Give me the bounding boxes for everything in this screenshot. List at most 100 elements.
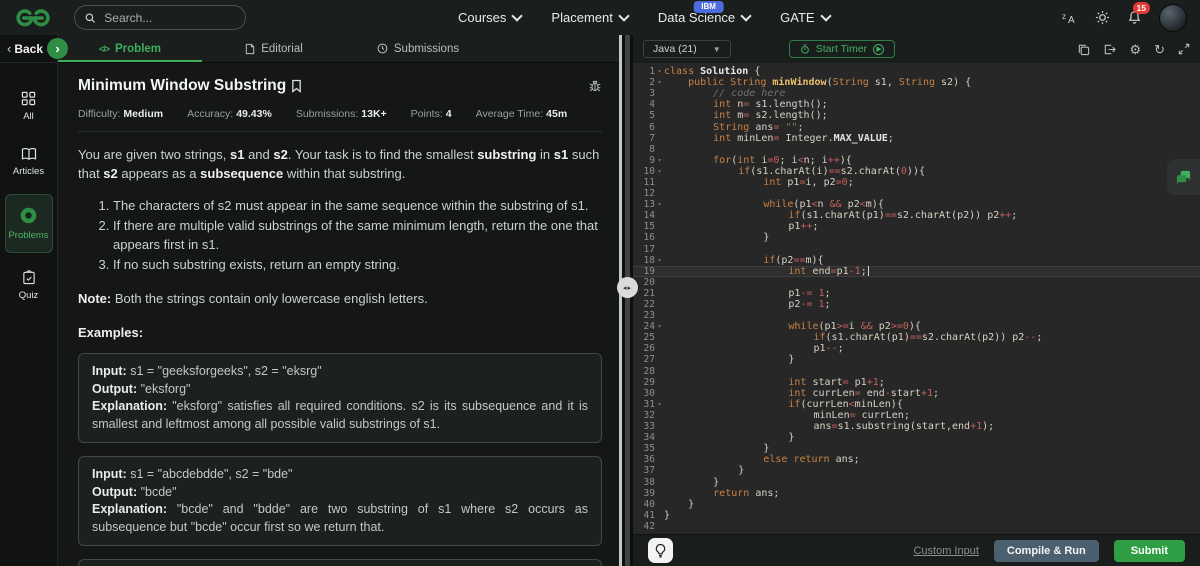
code-line[interactable]: 28: [633, 366, 1200, 377]
code-line[interactable]: 40}: [633, 499, 1200, 510]
code-text: int m= s2.length();: [713, 110, 828, 122]
nav-menu-placement[interactable]: Placement: [551, 9, 630, 25]
fullscreen-expand-icon[interactable]: [1178, 43, 1190, 55]
bookmark-icon[interactable]: [291, 79, 302, 93]
code-line[interactable]: 11 int p1=i, p2=0;: [633, 177, 1200, 188]
code-line[interactable]: 29 int start= p1+1;: [633, 377, 1200, 388]
theme-toggle-sun-icon[interactable]: [1095, 10, 1110, 25]
code-line[interactable]: 9 ▾ for(int i=0; i<n; i++){: [633, 155, 1200, 166]
code-line[interactable]: 24 ▾ while(p1>=i && p2>=0){: [633, 321, 1200, 332]
sidebar-item-all[interactable]: All: [5, 83, 53, 130]
nav-menu-data-science[interactable]: IBM Data Science: [658, 1, 752, 25]
tab-editorial[interactable]: Editorial: [202, 35, 346, 62]
code-line[interactable]: 34}: [633, 432, 1200, 443]
code-line[interactable]: 7 int minLen= Integer.MAX_VALUE;: [633, 133, 1200, 144]
divider-line: [78, 131, 602, 132]
back-button[interactable]: ‹ Back ›: [0, 35, 68, 63]
fold-arrow-icon[interactable]: ▾: [655, 157, 664, 164]
code-line[interactable]: 3 // code here: [633, 88, 1200, 99]
sidebar-item-quiz[interactable]: Quiz: [5, 262, 53, 309]
code-line[interactable]: 16}: [633, 232, 1200, 243]
fold-arrow-icon[interactable]: ▾: [655, 257, 664, 264]
code-line[interactable]: 41}: [633, 510, 1200, 521]
sidebar-item-problems[interactable]: Problems: [4, 194, 53, 253]
fold-arrow-icon[interactable]: ▾: [655, 201, 664, 208]
line-number: 12: [643, 188, 655, 200]
code-line[interactable]: 27}: [633, 354, 1200, 365]
code-line[interactable]: 17: [633, 244, 1200, 255]
code-text: minLen= currLen;: [813, 409, 910, 421]
search-input[interactable]: [102, 9, 235, 26]
code-line[interactable]: 21 p1-= 1;: [633, 288, 1200, 299]
expand-panel-button[interactable]: ›: [47, 38, 68, 59]
problem-panel: </> Problem Editorial Submissions Minimum W…: [58, 35, 622, 566]
code-line[interactable]: 42: [633, 521, 1200, 532]
code-line[interactable]: 33 ans=s1.substring(start,end+1);: [633, 421, 1200, 432]
export-code-icon[interactable]: [1103, 43, 1117, 56]
compile-run-button[interactable]: Compile & Run: [993, 539, 1099, 562]
nav-menu-courses[interactable]: Courses: [458, 9, 524, 25]
search-bar[interactable]: [74, 5, 246, 30]
code-line[interactable]: 35}: [633, 443, 1200, 454]
code-text: // code here: [713, 88, 786, 100]
code-line[interactable]: 22 p2-= 1;: [633, 299, 1200, 310]
code-editor-area[interactable]: 1 ▾ class Solution {2 ▾ public String minWin…: [633, 63, 1200, 534]
notifications-bell-icon[interactable]: 15: [1127, 2, 1150, 25]
code-line[interactable]: 39 return ans;: [633, 488, 1200, 499]
code-line[interactable]: 26 p1--;: [633, 343, 1200, 354]
fold-arrow-icon[interactable]: ▾: [655, 401, 664, 408]
code-line[interactable]: 15 p1++;: [633, 221, 1200, 232]
language-selector[interactable]: Java (21) ▼: [643, 40, 731, 58]
code-line[interactable]: 20: [633, 277, 1200, 288]
editor-settings-gear-icon[interactable]: ⚙: [1129, 43, 1141, 56]
code-text: }: [688, 498, 695, 510]
code-line[interactable]: 8: [633, 144, 1200, 155]
line-number: 16: [643, 232, 655, 244]
code-text: }: [763, 443, 770, 455]
start-timer-button[interactable]: Start Timer ▶: [788, 40, 896, 58]
fold-arrow-icon[interactable]: ▾: [655, 68, 664, 75]
assistant-chat-tab[interactable]: [1167, 159, 1200, 195]
gfg-logo-icon[interactable]: [16, 7, 50, 29]
code-line[interactable]: 38}: [633, 476, 1200, 488]
code-line[interactable]: 6 String ans= "";: [633, 121, 1200, 133]
code-line[interactable]: 4 int n= s1.length();: [633, 99, 1200, 110]
sidebar-item-articles[interactable]: Articles: [5, 139, 53, 185]
tab-submissions[interactable]: Submissions: [346, 35, 490, 62]
code-line[interactable]: 23: [633, 310, 1200, 321]
user-avatar[interactable]: [1159, 3, 1187, 32]
code-line[interactable]: 30 int currLen= end-start+1;: [633, 388, 1200, 399]
condition-item: If no such substring exists, return an e…: [113, 255, 602, 274]
fold-arrow-icon[interactable]: ▾: [655, 168, 664, 175]
sidebar-item-label: All: [23, 111, 34, 122]
code-line[interactable]: 1 ▾ class Solution {: [633, 66, 1200, 77]
fold-arrow-icon[interactable]: ▾: [655, 323, 664, 330]
code-line[interactable]: 13 ▾ while(p1<n && p2<m){: [633, 199, 1200, 210]
divider-bar[interactable]: [625, 35, 630, 566]
code-line[interactable]: 31 ▾ if(currLen<minLen){: [633, 399, 1200, 410]
code-line[interactable]: 5 int m= s2.length();: [633, 110, 1200, 121]
code-line[interactable]: 18 ▾ if(p2==m){: [633, 255, 1200, 266]
translate-icon[interactable]: z A: [1062, 11, 1078, 25]
nav-menu-gate[interactable]: GATE: [780, 9, 832, 25]
code-line[interactable]: 36 else return ans;: [633, 454, 1200, 465]
tab-label: Submissions: [393, 42, 460, 55]
code-line[interactable]: 12: [633, 188, 1200, 199]
code-line[interactable]: 37}: [633, 465, 1200, 476]
submit-button[interactable]: Submit: [1113, 539, 1185, 562]
divider-drag-handle-icon[interactable]: ◂▸: [617, 277, 638, 298]
copy-code-icon[interactable]: [1077, 43, 1090, 56]
code-line[interactable]: 14 if(s1.charAt(p1)==s2.charAt(p2)) p2++;: [633, 210, 1200, 221]
custom-input-link[interactable]: Custom Input: [913, 545, 978, 557]
code-line[interactable]: 10 ▾ if(s1.charAt(i)==s2.charAt(0)){: [633, 166, 1200, 177]
code-line[interactable]: 19 int end=p1-1;: [633, 265, 1200, 277]
tab-problem[interactable]: </> Problem: [58, 35, 202, 62]
ai-hint-bulb-icon[interactable]: [648, 538, 673, 563]
report-bug-icon[interactable]: [588, 79, 602, 93]
fold-arrow-icon[interactable]: ▾: [655, 79, 664, 86]
code-line[interactable]: 2 ▾ public String minWindow(String s1, Str…: [633, 77, 1200, 88]
code-line[interactable]: 25 if(s1.charAt(p1)==s2.charAt(p2)) p2--;: [633, 332, 1200, 343]
code-line[interactable]: 32 minLen= currLen;: [633, 410, 1200, 421]
reset-code-icon[interactable]: ↻: [1154, 43, 1165, 56]
